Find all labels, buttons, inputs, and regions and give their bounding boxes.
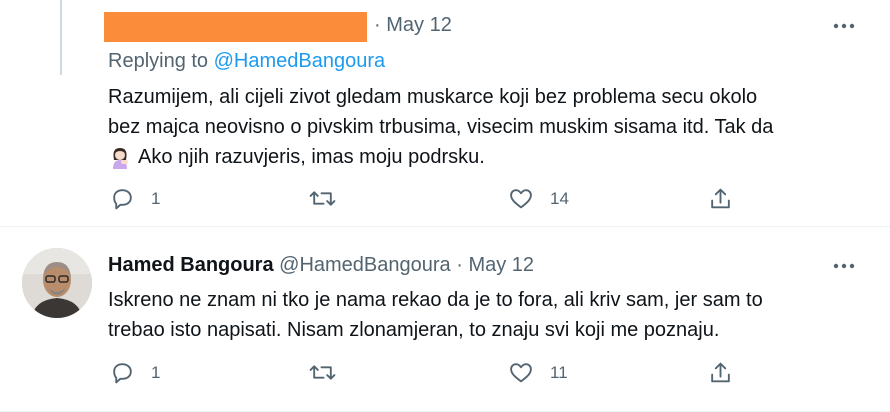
- tweet-timestamp[interactable]: · May 12: [374, 14, 452, 37]
- reply-button[interactable]: 1: [110, 186, 160, 211]
- like-button[interactable]: 14: [508, 186, 569, 211]
- like-icon: [508, 186, 534, 211]
- replying-to: Replying to @HamedBangoura: [108, 50, 386, 72]
- share-icon: [708, 360, 733, 385]
- tweet-reply[interactable]: Hamed Bangoura @HamedBangoura · May 12 I…: [0, 226, 890, 412]
- like-count: 11: [550, 362, 568, 382]
- retweet-button[interactable]: [309, 360, 352, 385]
- more-icon[interactable]: [832, 14, 856, 38]
- replying-to-handle-link[interactable]: @HamedBangoura: [214, 50, 386, 72]
- like-count: 14: [550, 188, 569, 208]
- like-button[interactable]: 11: [508, 360, 568, 385]
- woman-tipping-hand-emoji: [108, 145, 132, 178]
- reply-button[interactable]: 1: [110, 360, 160, 385]
- share-button[interactable]: [708, 360, 733, 385]
- like-icon: [508, 360, 534, 385]
- tweet-text: Razumijem, ali cijeli zivot gledam muska…: [108, 82, 848, 178]
- author-name[interactable]: Hamed Bangoura: [108, 254, 274, 276]
- reply-icon: [110, 186, 135, 211]
- share-button[interactable]: [708, 186, 733, 211]
- redacted-author-name: [104, 12, 367, 42]
- tweet-author[interactable]: Hamed Bangoura @HamedBangoura · May 12: [108, 254, 534, 277]
- tweet-actions: 1 14: [0, 186, 890, 216]
- tweet-reply[interactable]: · May 12 Replying to @HamedBangoura Razu…: [0, 0, 890, 227]
- retweet-icon: [309, 186, 336, 211]
- share-icon: [708, 186, 733, 211]
- reply-count: 1: [151, 362, 161, 382]
- thread-connector-line: [60, 0, 62, 75]
- avatar[interactable]: [22, 248, 92, 318]
- tweet-timestamp[interactable]: May 12: [468, 254, 534, 276]
- retweet-button[interactable]: [309, 186, 352, 211]
- author-handle[interactable]: @HamedBangoura: [279, 254, 451, 276]
- retweet-icon: [309, 360, 336, 385]
- tweet-text: Iskreno ne znam ni tko je nama rekao da …: [108, 289, 763, 341]
- more-icon[interactable]: [832, 254, 856, 278]
- reply-count: 1: [151, 188, 161, 208]
- reply-icon: [110, 360, 135, 385]
- tweet-actions: 1 11: [0, 360, 890, 390]
